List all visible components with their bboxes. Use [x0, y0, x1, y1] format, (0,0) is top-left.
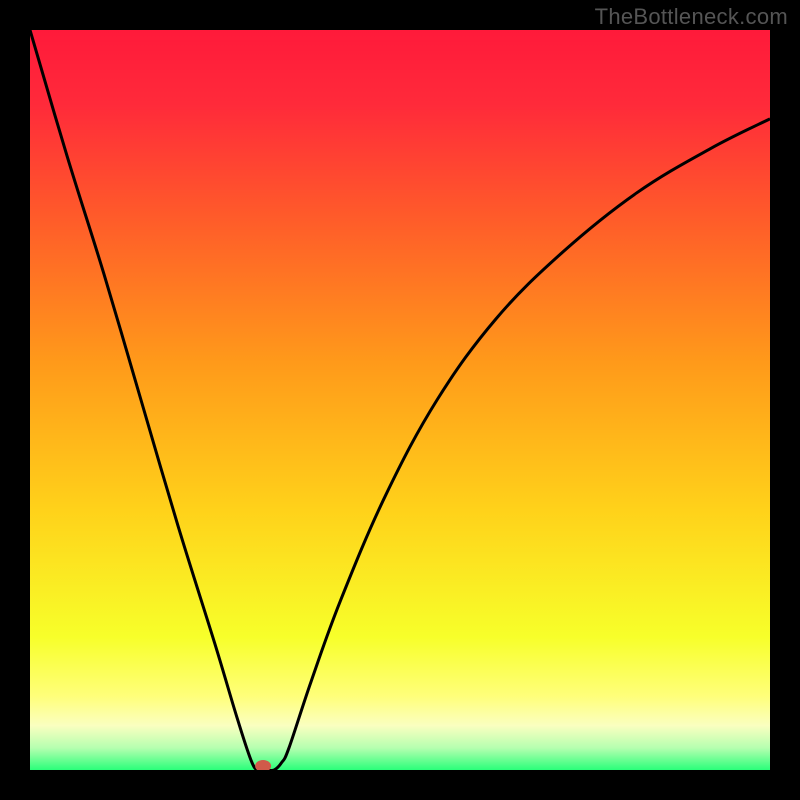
bottleneck-chart — [30, 30, 770, 770]
watermark-label: TheBottleneck.com — [595, 4, 788, 30]
chart-frame — [30, 30, 770, 770]
